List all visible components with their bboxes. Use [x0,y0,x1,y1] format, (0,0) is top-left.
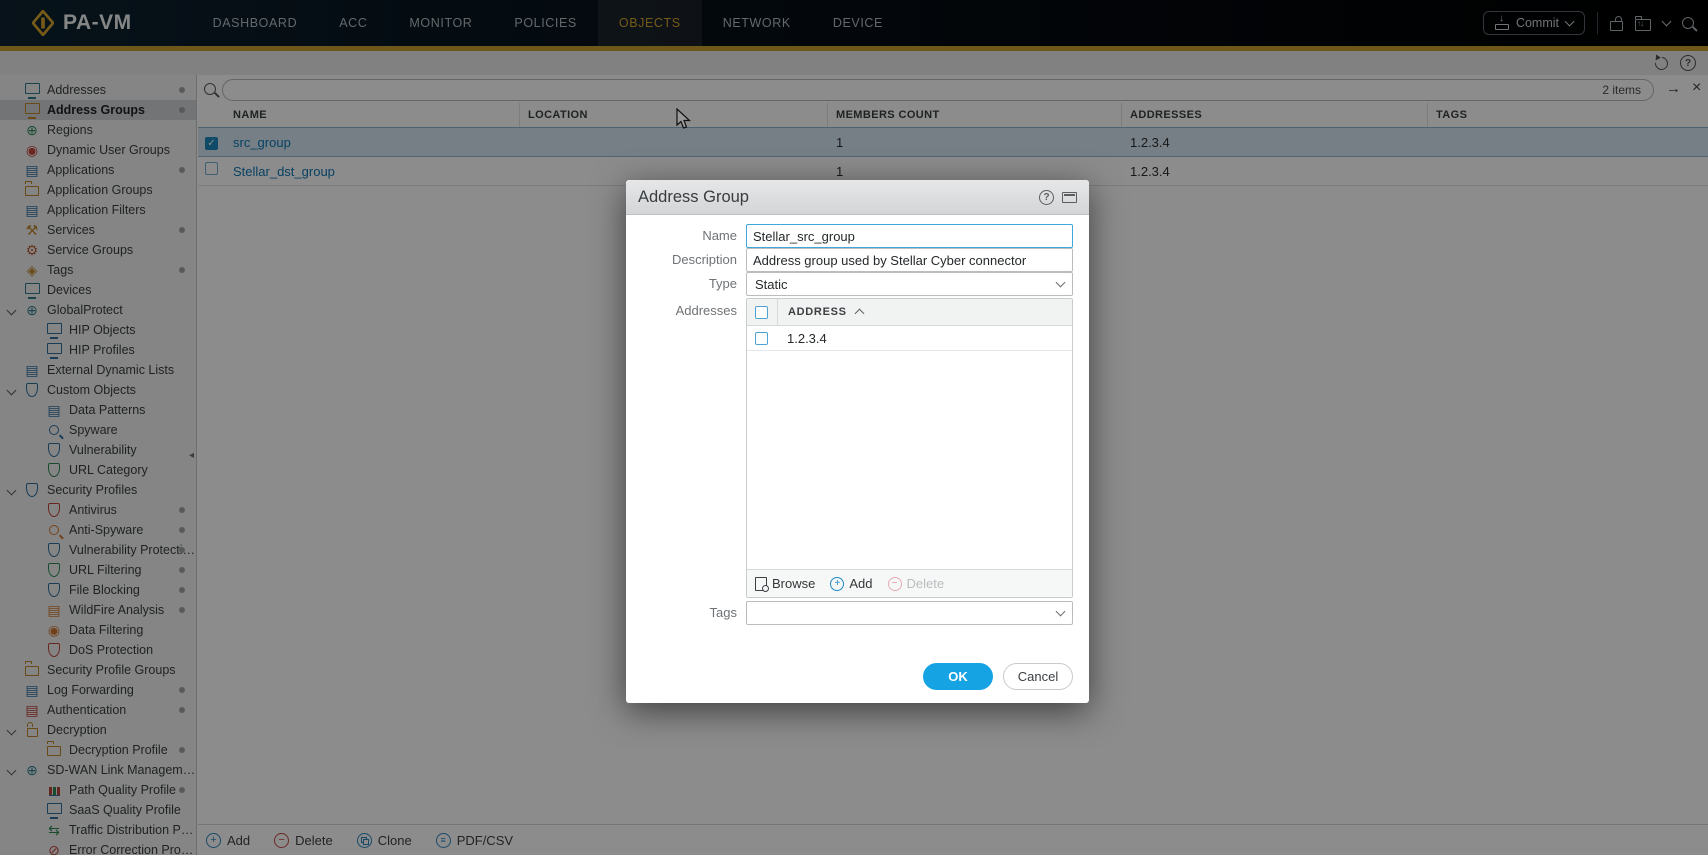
description-field[interactable] [746,248,1073,272]
delete-address-button: −Delete [888,576,945,591]
browse-icon [755,577,767,591]
plus-circle-icon: + [830,577,844,591]
description-row: Description [626,248,1073,272]
pa-vm-window: PA-VM DASHBOARDACCMONITORPOLICIESOBJECTS… [0,0,1708,855]
tags-row: Tags [626,601,1073,625]
address-column-header[interactable]: ADDRESS [788,306,847,318]
type-select[interactable]: Static [746,272,1073,296]
dialog-maximize-icon[interactable] [1062,192,1077,203]
dialog-header: Address Group ? [626,180,1089,215]
addresses-label-row: Addresses [626,298,746,324]
select-all-checkbox[interactable] [755,306,768,319]
ok-button[interactable]: OK [923,663,993,690]
name-row: Name [626,224,1073,248]
action-label: Browse [772,576,815,591]
address-checkbox[interactable] [755,332,768,345]
address-value: 1.2.3.4 [787,331,827,346]
address-group-dialog: Address Group ? Name Description Type St… [626,180,1089,703]
name-field[interactable] [746,224,1073,248]
type-value: Static [755,277,788,292]
addresses-empty-area [747,351,1072,569]
select-all-cell [747,299,778,325]
action-label: Add [849,576,872,591]
description-label: Description [626,248,746,272]
address-row[interactable]: 1.2.3.4 [747,326,1072,351]
addresses-actions: Browse + Add −Delete [747,569,1072,597]
addresses-rows: 1.2.3.4 [747,326,1072,351]
addresses-table: ADDRESS 1.2.3.4 Browse + Add −Delete [746,298,1073,598]
dialog-help-icon[interactable]: ? [1039,190,1054,205]
chevron-down-icon [1056,607,1066,617]
name-label: Name [626,224,746,248]
browse-address-button[interactable]: Browse [755,576,815,591]
tags-label: Tags [626,601,746,625]
addresses-label: Addresses [626,298,746,324]
addresses-table-header: ADDRESS [747,299,1072,326]
type-label: Type [626,272,746,296]
type-row: Type Static [626,272,1073,296]
minus-circle-icon: − [888,577,902,591]
action-label: Delete [907,576,945,591]
add-address-button[interactable]: + Add [830,576,872,591]
cancel-button[interactable]: Cancel [1003,663,1073,690]
sort-asc-icon [854,309,864,319]
dialog-title: Address Group [638,188,749,207]
chevron-down-icon [1056,278,1066,288]
tags-select[interactable] [746,601,1073,625]
